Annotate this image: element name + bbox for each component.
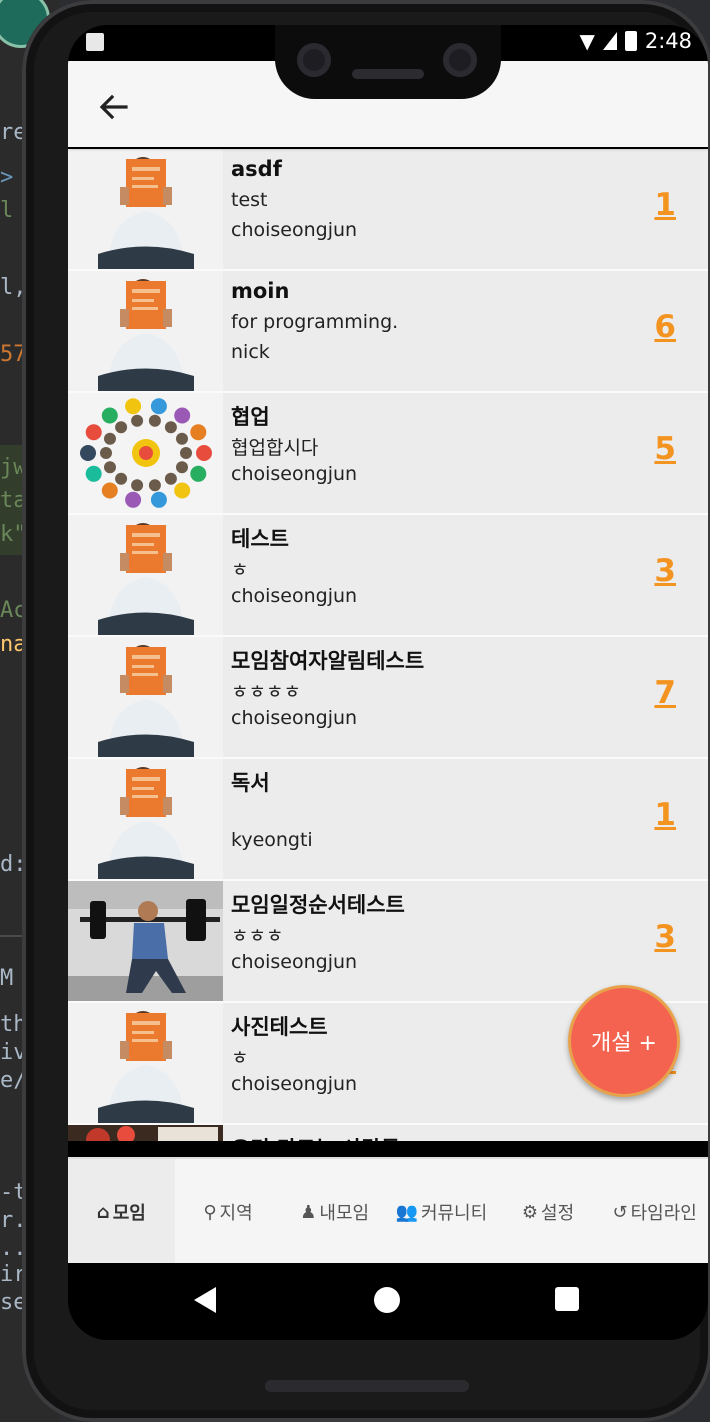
group-title: 사진테스트 [231,1015,328,1039]
nav-tab-label: 타임라인 [630,1203,697,1224]
member-count[interactable]: 1 [654,187,676,223]
member-count[interactable]: 5 [654,431,676,467]
group-owner: choiseongjun [231,1073,358,1095]
front-camera-icon [297,43,331,77]
location-pin-icon: ⚲ [203,1201,217,1223]
phone-screen: ▼ 2:48 asdf test choiseongjun 1 moin for prog… [68,25,708,1340]
group-owner: choiseongjun [231,219,358,241]
list-item[interactable]: moin for programming. nick 6 [68,271,708,393]
bottom-speaker [265,1380,469,1392]
group-title: 모임참여자알림테스트 [231,649,425,673]
nav-tab-2[interactable]: ♟ 내모임 [281,1159,388,1265]
front-sensor-icon [443,43,477,77]
group-owner: choiseongjun [231,463,358,485]
group-owner: choiseongjun [231,951,358,973]
nav-tab-5[interactable]: ↺ 타임라인 [601,1159,708,1265]
ide-code-fragment: > [0,165,14,190]
group-thumbnail [68,393,223,513]
list-item[interactable]: 테스트 ㅎ choiseongjun 3 [68,515,708,637]
system-back-icon[interactable] [194,1287,216,1313]
list-item[interactable]: 모임일정순서테스트 ㅎㅎㅎ choiseongjun 3 [68,881,708,1003]
list-item[interactable]: 모임참여자알림테스트 ㅎㅎㅎㅎ choiseongjun 7 [68,637,708,759]
create-group-button[interactable]: 개설 + [568,985,680,1097]
group-description: for programming. [231,311,399,333]
group-thumbnail [68,637,223,757]
signal-icon [602,32,617,50]
group-thumbnail [68,1003,223,1123]
group-title: 요리 만드는 사람들 [231,1133,400,1141]
system-navigation-bar [68,1263,708,1340]
member-count[interactable]: 7 [654,675,676,711]
member-count[interactable]: 6 [654,309,676,345]
system-home-icon[interactable] [374,1287,400,1313]
group-description: ㅎ [231,559,249,581]
group-thumbnail [68,515,223,635]
group-description: ㅎㅎㅎㅎ [231,681,301,703]
group-owner: choiseongjun [231,585,358,607]
person-icon: ♟ [300,1201,317,1223]
member-count[interactable]: 1 [654,797,676,833]
sim-icon [86,33,104,51]
earpiece-speaker [352,69,424,79]
group-thumbnail [68,271,223,391]
group-title: 테스트 [231,527,289,551]
bottom-navigation: ⌂ 모임 ⚲ 지역 ♟ 내모임 👥 커뮤니티 ⚙ 설정 ↺ 타임라인 [68,1157,708,1265]
arrow-left-icon [99,94,128,120]
nav-tab-1[interactable]: ⚲ 지역 [175,1159,282,1265]
group-owner: kyeongti [231,829,313,851]
list-item[interactable]: 요리 만드는 사람들 [68,1125,708,1141]
group-description: test [231,189,268,211]
group-description: ㅎ [231,1047,249,1069]
group-title: 협업 [231,405,270,429]
back-button[interactable] [94,87,134,127]
nav-tab-label: 설정 [541,1203,575,1224]
group-description: 협업합시다 [231,437,319,459]
history-icon: ↺ [612,1201,628,1223]
member-count[interactable]: 3 [654,553,676,589]
nav-tab-label: 모임 [112,1203,146,1224]
ide-code-fragment: l [0,198,14,223]
group-title: moin [231,279,290,303]
camera-notch [275,25,501,99]
nav-tab-label: 커뮤니티 [420,1203,488,1224]
nav-tab-4[interactable]: ⚙ 설정 [495,1159,602,1265]
group-title: 모임일정순서테스트 [231,893,405,917]
nav-tab-label: 지역 [219,1203,253,1224]
list-item[interactable]: 독서 kyeongti 1 [68,759,708,881]
group-title: asdf [231,157,282,181]
battery-icon [624,31,637,51]
phone-frame: ▼ 2:48 asdf test choiseongjun 1 moin for prog… [22,0,710,1422]
group-owner: nick [231,341,270,363]
list-item[interactable]: asdf test choiseongjun 1 [68,149,708,271]
group-description: ㅎㅎㅎ [231,925,284,947]
group-thumbnail [68,149,223,269]
system-recents-icon[interactable] [555,1287,579,1311]
wifi-icon: ▼ [579,29,595,53]
group-thumbnail [68,1125,223,1141]
status-time: 2:48 [644,29,692,53]
ide-code-fragment: M [0,966,14,991]
nav-tab-label: 내모임 [319,1203,370,1224]
gear-icon: ⚙ [521,1201,539,1223]
community-icon: 👥 [395,1201,418,1223]
nav-tab-3[interactable]: 👥 커뮤니티 [388,1159,495,1265]
group-thumbnail [68,881,223,1001]
nav-tab-0[interactable]: ⌂ 모임 [68,1159,175,1265]
group-owner: choiseongjun [231,707,358,729]
list-item[interactable]: 협업협업합시다 choiseongjun 5 [68,393,708,515]
group-thumbnail [68,759,223,879]
group-title: 독서 [231,771,270,795]
member-count[interactable]: 3 [654,919,676,955]
home-icon: ⌂ [96,1201,110,1223]
